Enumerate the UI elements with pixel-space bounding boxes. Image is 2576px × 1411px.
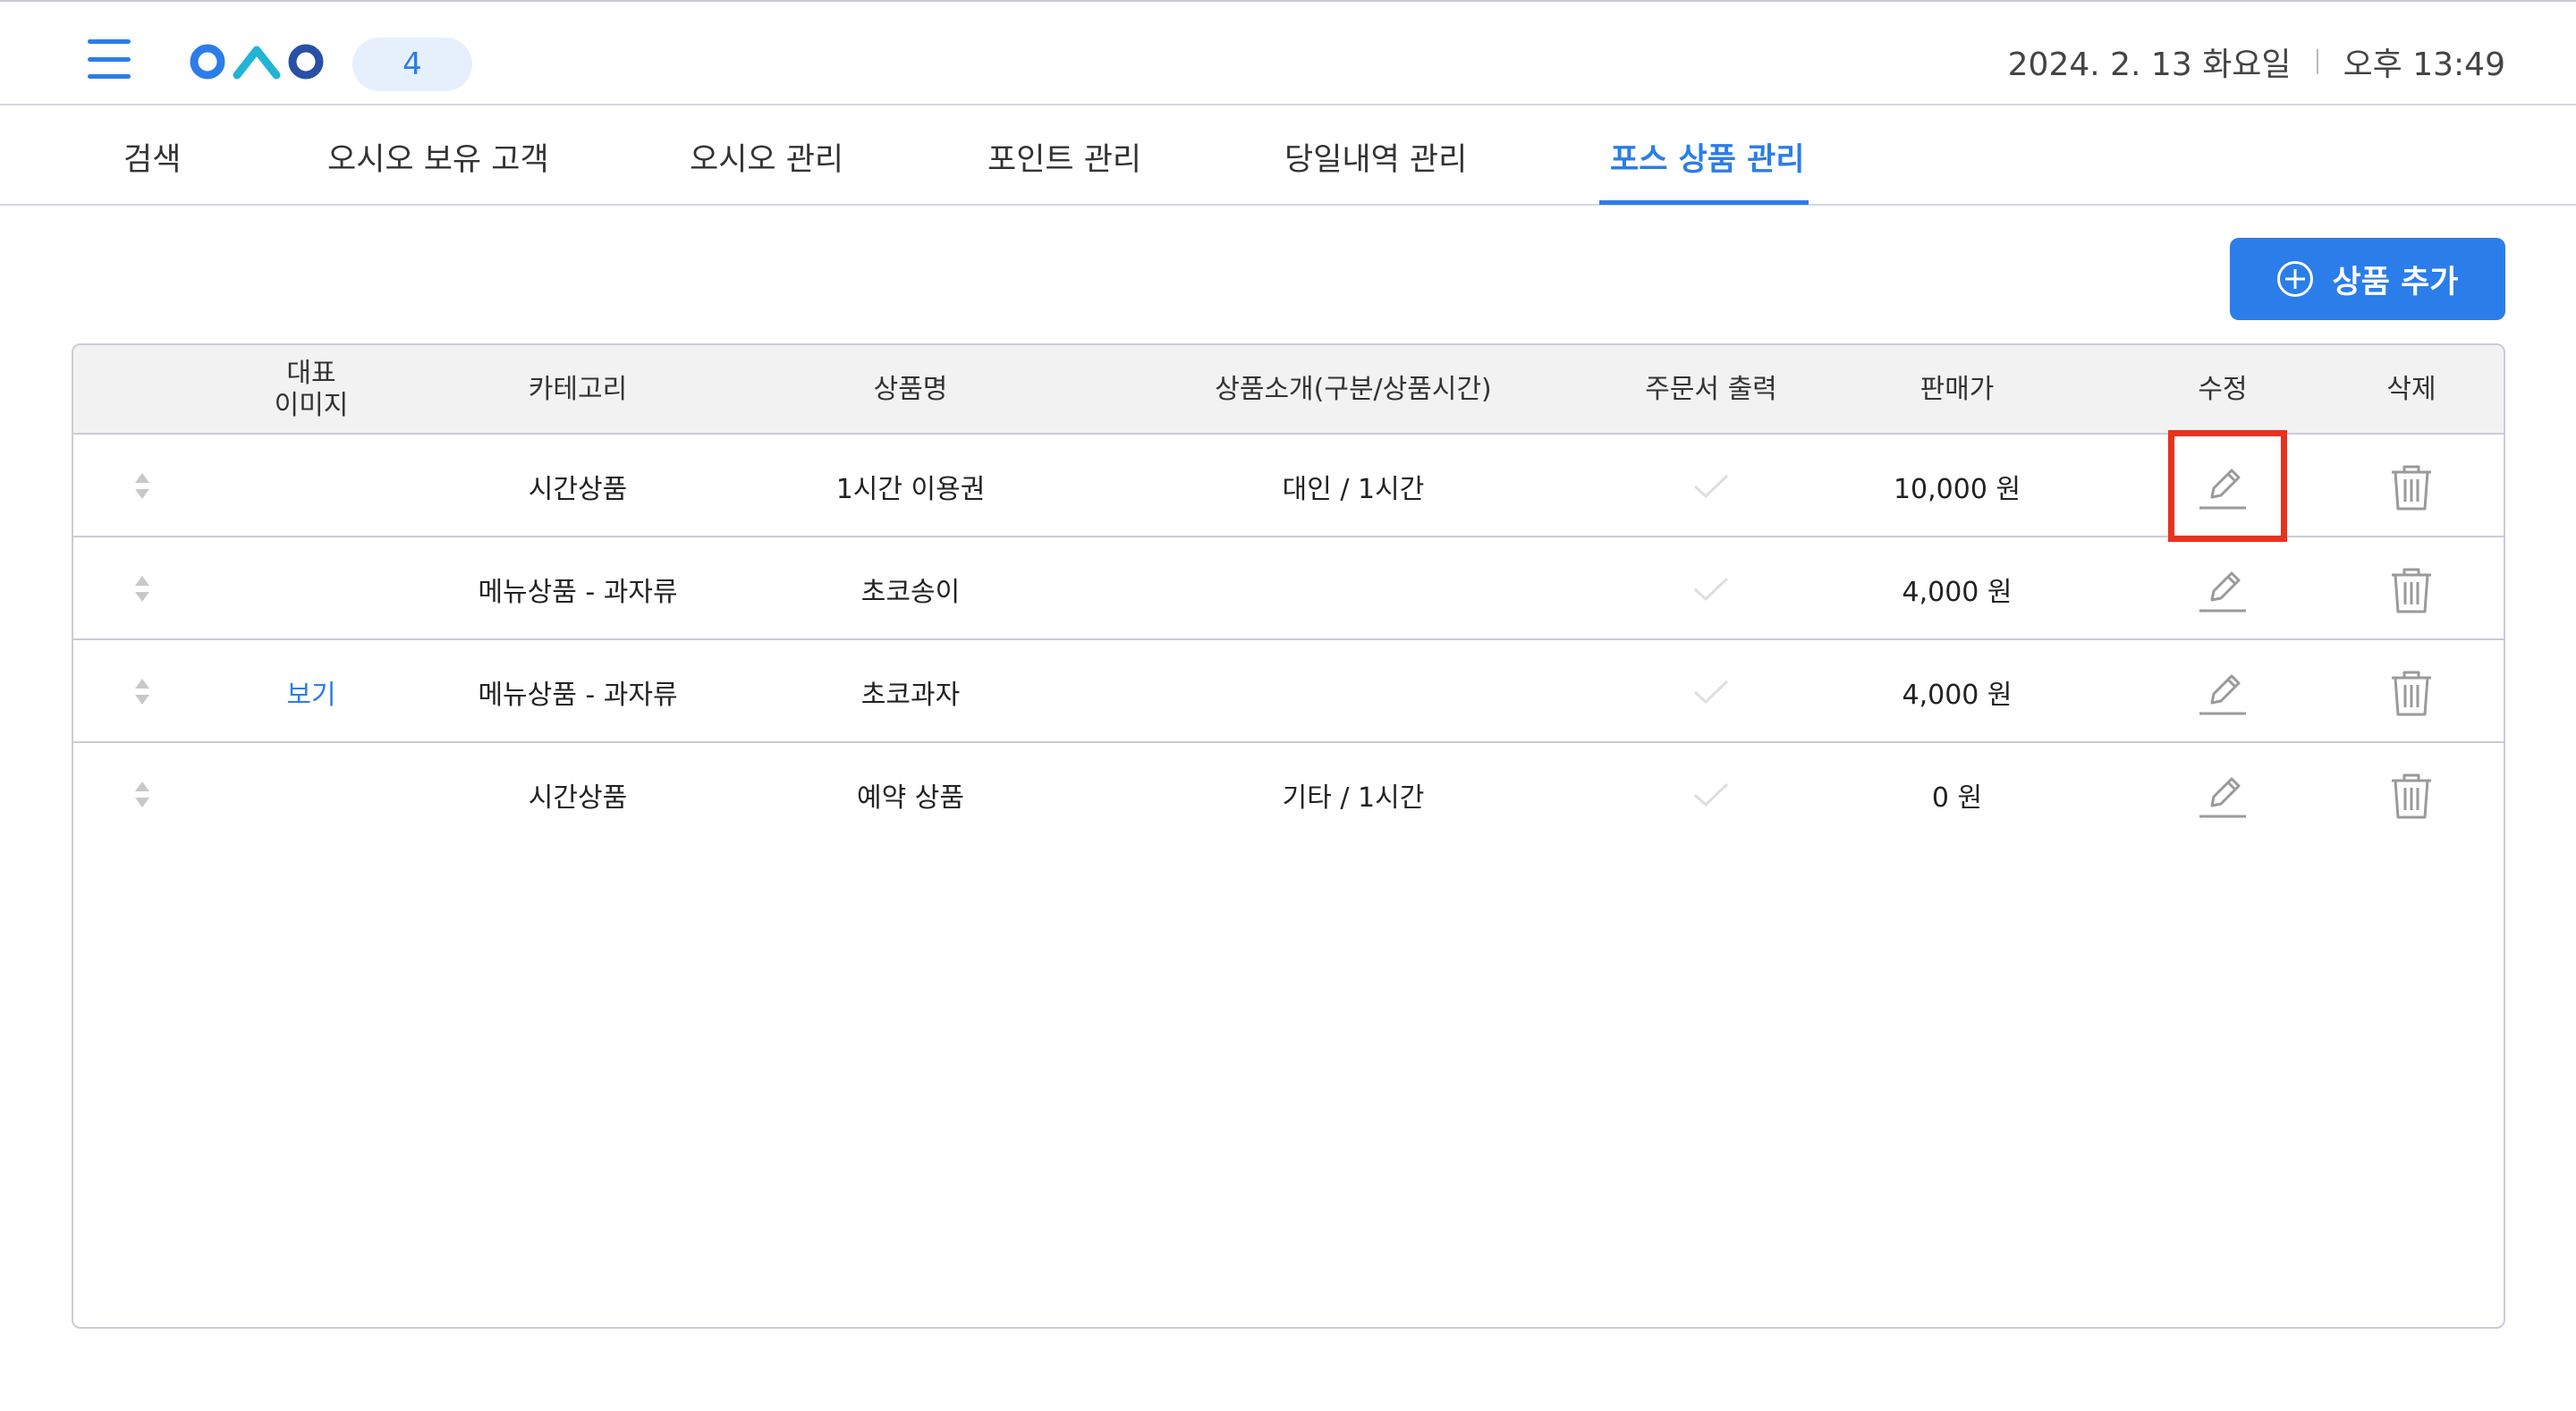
cell-product-name: 1시간 이용권 bbox=[835, 473, 986, 505]
table-row: 시간상품 예약 상품 기타 / 1시간 0 원 bbox=[73, 743, 2504, 846]
order-print-check-icon[interactable] bbox=[1691, 640, 1731, 743]
col-header-image: 대표 이미지 bbox=[275, 345, 349, 435]
tab-pos-products[interactable]: 포스 상품 관리 bbox=[1610, 107, 1805, 206]
tab-osio-customers[interactable]: 오시오 보유 고객 bbox=[327, 107, 549, 206]
order-print-check-icon[interactable] bbox=[1691, 435, 1731, 537]
sort-handle-icon[interactable] bbox=[135, 435, 149, 537]
trash-icon[interactable] bbox=[2386, 743, 2436, 846]
sort-handle-icon[interactable] bbox=[135, 640, 149, 743]
col-header-delete: 삭제 bbox=[2386, 374, 2436, 405]
image-view-link[interactable]: 보기 bbox=[286, 640, 335, 743]
main-tab-bar: 검색 오시오 보유 고객 오시오 관리 포인트 관리 당일내역 관리 포스 상품… bbox=[0, 107, 2576, 206]
sort-handle-icon[interactable] bbox=[135, 743, 149, 846]
col-header-order-print: 주문서 출력 bbox=[1645, 374, 1777, 405]
cell-product-name: 초코과자 bbox=[860, 679, 961, 711]
hamburger-menu-icon[interactable] bbox=[88, 39, 131, 79]
col-header-category: 카테고리 bbox=[528, 374, 628, 405]
cell-price: 0 원 bbox=[1931, 782, 1983, 814]
datetime-display: 2024. 2. 13 화요일 오후 13:49 bbox=[2008, 39, 2505, 84]
app-window: 4 2024. 2. 13 화요일 오후 13:49 검색 오시오 보유 고객 … bbox=[0, 0, 2576, 1411]
col-header-image-line1: 대표 bbox=[286, 358, 336, 389]
count-badge: 4 bbox=[352, 38, 472, 91]
col-header-description: 상품소개(구분/상품시간) bbox=[1215, 374, 1492, 405]
sort-handle-icon[interactable] bbox=[135, 537, 149, 640]
cell-price: 4,000 원 bbox=[1902, 679, 2012, 711]
add-product-label: 상품 추가 bbox=[2332, 264, 2459, 300]
order-print-check-icon[interactable] bbox=[1691, 743, 1731, 846]
cell-description: 대인 / 1시간 bbox=[1282, 473, 1425, 505]
plus-circle-icon bbox=[2276, 261, 2313, 297]
cell-description: 기타 / 1시간 bbox=[1282, 782, 1425, 814]
current-date: 2024. 2. 13 화요일 bbox=[2007, 46, 2292, 83]
add-product-button[interactable]: 상품 추가 bbox=[2230, 238, 2505, 320]
trash-icon[interactable] bbox=[2386, 640, 2436, 743]
cell-category: 메뉴상품 - 과자류 bbox=[478, 576, 678, 608]
cell-category: 시간상품 bbox=[528, 473, 628, 505]
tab-daily-history[interactable]: 당일내역 관리 bbox=[1284, 107, 1467, 206]
cell-price: 10,000 원 bbox=[1893, 473, 2021, 505]
table-header: 대표 이미지 카테고리 상품명 상품소개(구분/상품시간) 주문서 출력 판매가… bbox=[73, 345, 2504, 435]
tab-osio-management[interactable]: 오시오 관리 bbox=[690, 107, 843, 206]
col-header-price: 판매가 bbox=[1919, 374, 1995, 405]
datetime-divider bbox=[2316, 49, 2318, 74]
tab-point-management[interactable]: 포인트 관리 bbox=[987, 107, 1141, 206]
oao-logo bbox=[190, 44, 324, 80]
product-table: 대표 이미지 카테고리 상품명 상품소개(구분/상품시간) 주문서 출력 판매가… bbox=[72, 343, 2505, 1329]
table-row: 메뉴상품 - 과자류 초코송이 4,000 원 bbox=[73, 537, 2504, 640]
cell-price: 4,000 원 bbox=[1902, 576, 2012, 608]
cell-category: 메뉴상품 - 과자류 bbox=[478, 679, 678, 711]
edit-pencil-icon[interactable] bbox=[2196, 435, 2250, 537]
cell-product-name: 초코송이 bbox=[860, 576, 961, 608]
edit-pencil-icon[interactable] bbox=[2196, 537, 2250, 640]
order-print-check-icon[interactable] bbox=[1691, 537, 1731, 640]
active-tab-indicator bbox=[1599, 200, 1809, 205]
top-header: 4 2024. 2. 13 화요일 오후 13:49 bbox=[0, 2, 2576, 106]
cell-category: 시간상품 bbox=[528, 782, 628, 814]
col-header-edit: 수정 bbox=[2198, 374, 2248, 405]
cell-product-name: 예약 상품 bbox=[857, 782, 964, 814]
edit-pencil-icon[interactable] bbox=[2196, 640, 2250, 743]
table-row: 보기 메뉴상품 - 과자류 초코과자 4,000 원 bbox=[73, 640, 2504, 743]
tab-search[interactable]: 검색 bbox=[123, 107, 181, 206]
current-time: 오후 13:49 bbox=[2343, 46, 2505, 83]
col-header-image-line2: 이미지 bbox=[274, 390, 349, 421]
table-row: 시간상품 1시간 이용권 대인 / 1시간 10,000 원 bbox=[73, 435, 2504, 537]
col-header-product-name: 상품명 bbox=[873, 374, 948, 405]
trash-icon[interactable] bbox=[2386, 537, 2436, 640]
edit-pencil-icon[interactable] bbox=[2196, 743, 2250, 846]
trash-icon[interactable] bbox=[2386, 435, 2436, 537]
